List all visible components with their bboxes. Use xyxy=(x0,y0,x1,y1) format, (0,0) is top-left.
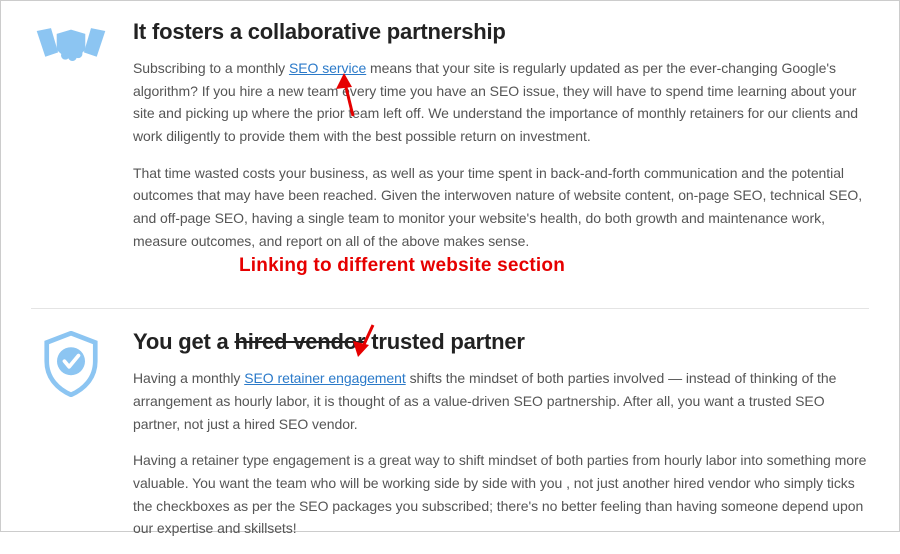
heading-strike: hired vendor xyxy=(235,329,366,354)
icon-column xyxy=(31,329,111,402)
shield-check-icon xyxy=(43,331,99,402)
section-heading: It fosters a collaborative partnership xyxy=(133,19,869,45)
content-column: It fosters a collaborative partnership S… xyxy=(133,19,869,266)
section-paragraph: Having a monthly SEO retainer engagement… xyxy=(133,367,869,435)
section-paragraph: Subscribing to a monthly SEO service mea… xyxy=(133,57,869,148)
icon-column xyxy=(31,19,111,76)
section-divider xyxy=(31,308,869,309)
handshake-icon xyxy=(34,21,108,76)
section-paragraph: Having a retainer type engagement is a g… xyxy=(133,449,869,540)
section-paragraph: That time wasted costs your business, as… xyxy=(133,162,869,253)
seo-retainer-link[interactable]: SEO retainer engagement xyxy=(244,370,406,386)
text-fragment: Subscribing to a monthly xyxy=(133,60,289,76)
seo-service-link[interactable]: SEO service xyxy=(289,60,366,76)
annotation-label: Linking to different website section xyxy=(239,255,565,277)
section-trusted-partner: You get a hired vendor trusted partner H… xyxy=(31,329,869,554)
content-column: You get a hired vendor trusted partner H… xyxy=(133,329,869,554)
section-heading: You get a hired vendor trusted partner xyxy=(133,329,869,355)
heading-fragment: You get a xyxy=(133,329,235,354)
section-collaborative: It fosters a collaborative partnership S… xyxy=(31,19,869,266)
heading-fragment: trusted partner xyxy=(365,329,524,354)
text-fragment: Having a monthly xyxy=(133,370,244,386)
